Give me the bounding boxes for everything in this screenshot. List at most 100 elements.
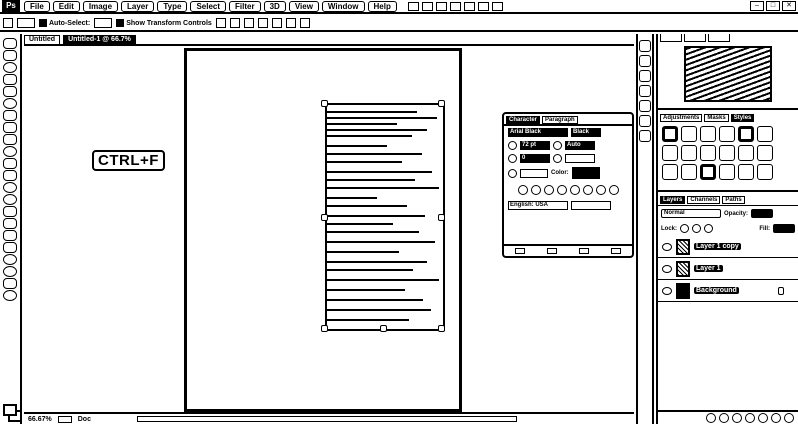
hand-icon[interactable] [449,1,461,11]
menu-image[interactable]: Image [82,0,119,12]
align-bottom-icon[interactable] [243,18,254,28]
style-swatch[interactable] [700,126,716,142]
superscript-icon[interactable] [569,185,580,195]
zoom-tool-icon[interactable] [3,290,17,301]
rotate-view-icon[interactable] [463,1,475,11]
visibility-eye-icon[interactable] [662,264,672,273]
style-swatch[interactable] [681,164,697,180]
layer-mask-icon[interactable] [732,413,742,423]
transform-handle-middle-right[interactable] [438,214,445,221]
tab-untitled-1[interactable]: Untitled-1 @ 66.7% [63,35,136,44]
blend-mode-dropdown[interactable]: Normal [661,209,721,218]
strikethrough-icon[interactable] [608,185,619,195]
faux-italic-icon[interactable] [530,185,541,195]
align-center-icon[interactable] [271,18,282,28]
leading-field[interactable]: Auto [565,141,595,150]
tab-navigator[interactable] [660,34,682,42]
style-swatch[interactable] [757,126,773,142]
style-swatch[interactable] [700,164,716,180]
layer-row[interactable]: Layer 1 copy [658,236,798,258]
style-swatch[interactable] [662,164,678,180]
layer-style-icon[interactable] [719,413,729,423]
document-canvas[interactable] [184,48,462,412]
healing-brush-tool-icon[interactable] [3,110,17,121]
adjustment-layer-icon[interactable] [745,413,755,423]
style-swatch[interactable] [662,145,678,161]
tab-paragraph[interactable]: Paragraph [542,116,578,124]
path-selection-tool-icon[interactable] [3,230,17,241]
dodge-tool-icon[interactable] [3,194,17,205]
shape-tool-icon[interactable] [3,242,17,253]
all-caps-icon[interactable] [543,185,554,195]
menu-layer[interactable]: Layer [121,0,155,12]
auto-select-checkbox[interactable]: Auto-Select: [39,19,90,27]
transform-handle-bottom-right[interactable] [438,325,445,332]
transform-handle-middle-left[interactable] [321,214,328,221]
visibility-eye-icon[interactable] [662,242,672,251]
transform-handle-top-left[interactable] [321,100,328,107]
style-swatch[interactable] [719,145,735,161]
screen-mode-icon[interactable] [491,1,503,11]
bridge-icon[interactable] [407,1,419,11]
distribute-icon[interactable] [299,18,310,28]
foreground-color-swatch[interactable] [3,404,17,416]
visibility-eye-icon[interactable] [662,286,672,295]
tracking-field[interactable]: 0 [520,154,550,163]
history-panel-icon[interactable] [639,40,651,52]
history-brush-tool-icon[interactable] [3,146,17,157]
auto-select-target-dropdown[interactable] [94,18,113,28]
font-size-field[interactable]: 72 pt [520,141,550,150]
align-right-icon[interactable] [285,18,296,28]
tab-paths[interactable]: Paths [722,196,745,204]
style-swatch[interactable] [700,145,716,161]
paragraph-panel-icon[interactable] [639,130,651,142]
align-middle-icon[interactable] [229,18,240,28]
eraser-tool-icon[interactable] [3,158,17,169]
layer-row[interactable]: Layer 1 [658,258,798,280]
arrange-documents-icon[interactable] [477,1,489,11]
vertical-scale-field[interactable] [520,168,548,178]
style-swatch[interactable] [738,126,754,142]
crop-tool-icon[interactable] [3,86,17,97]
menu-window[interactable]: Window [321,0,365,12]
actions-panel-icon[interactable] [639,55,651,67]
style-swatch[interactable] [681,126,697,142]
menu-file[interactable]: File [24,0,50,12]
show-transform-checkbox[interactable]: Show Transform Controls [116,19,212,27]
blur-tool-icon[interactable] [3,182,17,193]
font-family-field[interactable]: Arial Black [508,128,568,137]
zoom-level[interactable]: 66.67% [28,416,52,423]
menu-help[interactable]: Help [367,0,397,12]
move-tool-icon[interactable] [3,38,17,49]
kerning-field[interactable] [565,154,595,163]
tab-character[interactable]: Character [506,116,541,124]
transform-handle-bottom-left[interactable] [321,325,328,332]
swatches-panel-icon[interactable] [639,70,651,82]
gradient-tool-icon[interactable] [3,170,17,181]
font-style-field[interactable]: Black [571,128,601,137]
new-group-icon[interactable] [758,413,768,423]
style-swatch[interactable] [719,126,735,142]
style-swatch[interactable] [738,164,754,180]
tab-layers[interactable]: Layers [660,196,686,204]
3d-rotate-tool-icon[interactable] [3,254,17,265]
language-field[interactable]: English: USA [508,201,568,210]
style-swatch[interactable] [681,145,697,161]
underline-icon[interactable] [595,185,606,195]
style-swatch[interactable] [757,145,773,161]
menu-edit[interactable]: Edit [52,0,80,12]
fill-field[interactable] [773,224,795,233]
subscript-icon[interactable] [582,185,593,195]
maximize-button[interactable]: □ [766,1,780,11]
lasso-tool-icon[interactable] [3,62,17,73]
faux-bold-icon[interactable] [517,185,528,195]
character-panel-icon[interactable] [639,115,651,127]
color-swatch[interactable] [571,167,600,179]
delete-layer-icon[interactable] [784,413,794,423]
minimize-button[interactable]: – [750,1,764,11]
tab-masks[interactable]: Masks [704,114,729,122]
tool-preset-picker[interactable] [17,18,35,28]
text-artwork[interactable] [325,103,445,331]
type-tool-icon[interactable] [3,218,17,229]
navigator-thumbnail[interactable] [684,46,772,102]
